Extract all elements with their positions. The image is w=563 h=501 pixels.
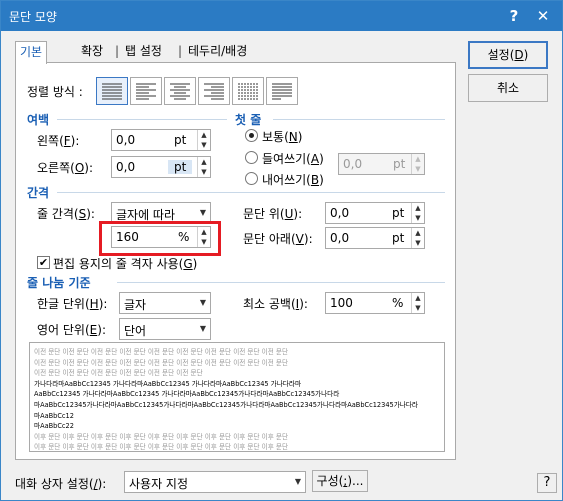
tab-basic[interactable]: 기본 (15, 41, 48, 64)
korean-unit-label: 한글 단위(H): (37, 297, 108, 311)
min-space-label: 최소 공백(I): (243, 297, 308, 311)
highlight-box (99, 221, 221, 256)
first-line-spinner[interactable]: ▲ ▼ (411, 154, 424, 174)
line-spacing-label: 줄 간격(S): (37, 207, 95, 221)
preview-line: 마AaBbCc22 (34, 422, 74, 431)
first-line-normal-label: 보통(N) (262, 130, 303, 144)
first-line-section-title: 첫 줄 (235, 113, 262, 127)
space-before-spinner[interactable]: ▲ ▼ (411, 203, 424, 223)
korean-unit-select[interactable]: 글자 ▼ (119, 292, 211, 314)
min-space-input[interactable]: 100 % ▲ ▼ (325, 292, 425, 314)
first-line-indent-radio[interactable] (245, 151, 258, 164)
close-icon[interactable]: ✕ (533, 6, 553, 26)
min-space-spinner[interactable]: ▲ ▼ (411, 293, 424, 313)
align-left-button[interactable] (130, 77, 162, 105)
align-left-icon (136, 83, 156, 100)
left-margin-input[interactable]: 0,0 pt ▲ ▼ (111, 129, 211, 151)
space-before-label: 문단 위(U): (243, 207, 303, 221)
line-break-divider (117, 282, 445, 283)
preview-line: 이전 문단 이전 문단 이전 문단 이전 문단 이전 문단 이전 문단 이전 문… (34, 358, 289, 367)
left-margin-label: 왼쪽(F): (37, 134, 80, 148)
alignment-label: 정렬 방식 : (27, 85, 83, 99)
preview-line: 이후 문단 이후 문단 이후 문단 이후 문단 이후 문단 이후 문단 이후 문… (34, 432, 289, 441)
tab-separator: | (115, 44, 120, 58)
english-unit-label: 영어 단위(E): (37, 323, 106, 337)
tab-tab-settings[interactable]: 탭 설정 (121, 41, 166, 63)
first-line-outdent-label: 내어쓰기(B) (262, 173, 324, 187)
align-distribute-button[interactable] (232, 77, 264, 105)
first-line-value-input[interactable]: 0,0 pt ▲ ▼ (338, 153, 425, 175)
preview-line: 마AaBbCc12345가나다라마AaBbCc12345가나다라마AaBbCc1… (34, 400, 418, 409)
spacing-section-title: 간격 (27, 186, 50, 200)
spacing-divider (57, 192, 445, 193)
help-button[interactable]: ? (537, 473, 557, 493)
align-distribute-icon (238, 83, 258, 100)
english-unit-select[interactable]: 단어 ▼ (119, 318, 211, 340)
space-after-label: 문단 아래(V): (243, 232, 313, 246)
first-line-normal-radio[interactable] (245, 129, 258, 142)
space-after-input[interactable]: 0,0 pt ▲ ▼ (325, 227, 425, 249)
align-justify-icon (102, 83, 122, 100)
first-line-outdent-radio[interactable] (245, 172, 258, 185)
preview-line: 이후 문단 이후 문단 이후 문단 이후 문단 이후 문단 이후 문단 이후 문… (34, 443, 289, 452)
first-line-divider (273, 119, 445, 120)
space-before-input[interactable]: 0,0 pt ▲ ▼ (325, 202, 425, 224)
preview-line: 이전 문단 이전 문단 이전 문단 이전 문단 이전 문단 이전 문단 (34, 369, 203, 378)
right-margin-label: 오른쪽(O): (37, 161, 93, 175)
dialog-setting-label: 대화 상자 설정(/): (15, 477, 107, 491)
left-margin-spinner[interactable]: ▲ ▼ (197, 130, 210, 150)
align-right-button[interactable] (198, 77, 230, 105)
preview-line: 마AaBbCc12 (34, 411, 74, 420)
align-divide-button[interactable] (266, 77, 298, 105)
paragraph-preview: 이전 문단 이전 문단 이전 문단 이전 문단 이전 문단 이전 문단 이전 문… (29, 342, 445, 452)
tab-separator: | (178, 44, 183, 58)
align-right-icon (204, 83, 224, 100)
dialog-setting-select[interactable]: 사용자 지정 ▼ (124, 471, 306, 493)
margin-divider (57, 119, 227, 120)
help-icon[interactable]: ? (504, 6, 524, 26)
title-bar: 문단 모양 ? ✕ (1, 1, 562, 31)
align-divide-icon (272, 83, 292, 100)
preview-line: 가나다라마AaBbCc12345 가나다라마AaBbCc12345 가나다라마A… (34, 379, 302, 388)
align-center-icon (170, 83, 190, 100)
space-after-spinner[interactable]: ▲ ▼ (411, 228, 424, 248)
paragraph-shape-dialog: 문단 모양 ? ✕ 기본 확장 | 탭 설정 | 테두리/배경 정렬 방식 : … (0, 0, 563, 501)
right-margin-input[interactable]: 0,0 pt ▲ ▼ (111, 156, 211, 178)
chevron-down-icon: ▼ (294, 477, 301, 486)
preview-line: 이전 문단 이전 문단 이전 문단 이전 문단 이전 문단 이전 문단 이전 문… (34, 348, 289, 356)
first-line-indent-label: 들여쓰기(A) (262, 152, 324, 166)
config-button[interactable]: 구성(;)... (312, 470, 368, 492)
window-title: 문단 모양 (9, 10, 57, 24)
align-center-button[interactable] (164, 77, 196, 105)
chevron-down-icon: ▼ (199, 298, 206, 307)
grid-checkbox[interactable]: ✔ (37, 256, 50, 269)
preview-line: AaBbCc12345 가나다라마AaBbCc12345 가나다라마AaBbCc… (34, 390, 340, 399)
tab-extended[interactable]: 확장 (77, 41, 107, 63)
chevron-down-icon: ▼ (199, 208, 206, 217)
cancel-button[interactable]: 취소 (468, 74, 548, 102)
margin-section-title: 여백 (27, 113, 50, 127)
align-justify-button[interactable] (96, 77, 128, 105)
line-break-section-title: 줄 나눔 기준 (27, 276, 91, 290)
tab-border-background[interactable]: 테두리/배경 (184, 41, 251, 63)
chevron-down-icon: ▼ (199, 324, 206, 333)
ok-button[interactable]: 설정(D) (468, 41, 548, 69)
right-margin-spinner[interactable]: ▲ ▼ (197, 157, 210, 177)
grid-label: 편집 용지의 줄 격자 사용(G) (53, 257, 198, 271)
